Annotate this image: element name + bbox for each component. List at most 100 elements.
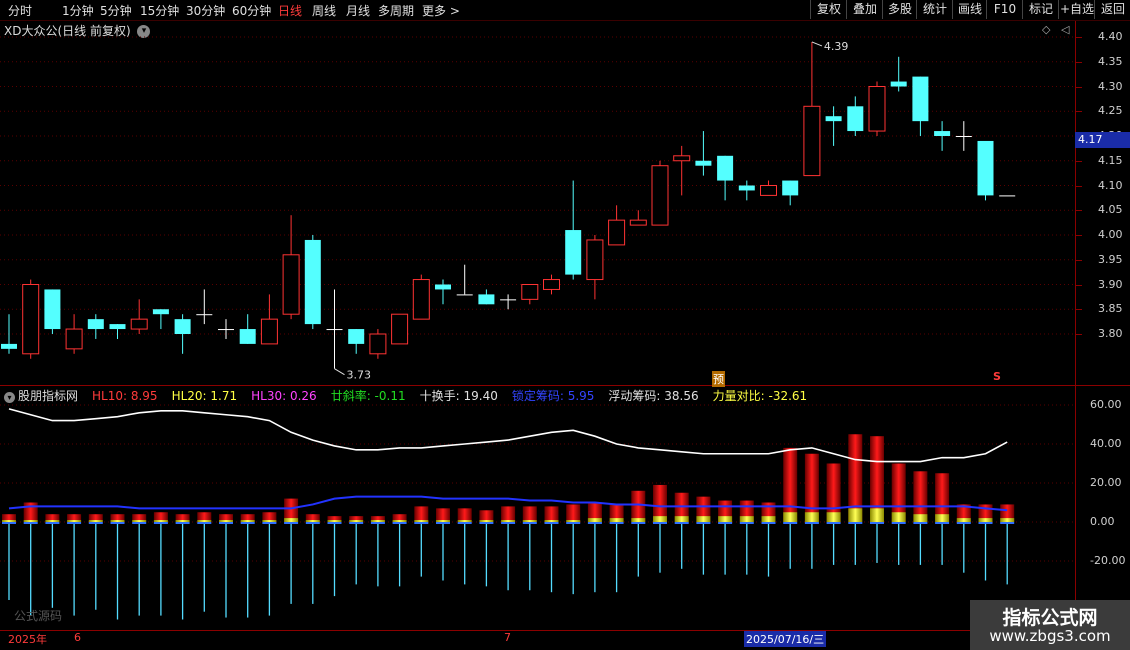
candle <box>825 106 842 146</box>
toolbar-button-4[interactable]: 画线 <box>952 0 987 19</box>
indicator-panel[interactable] <box>0 386 1075 630</box>
period-tab-7[interactable]: 周线 <box>312 2 336 19</box>
period-tab-5[interactable]: 60分钟 <box>232 2 271 19</box>
indicator-tick-label: 20.00 <box>1090 476 1122 489</box>
hl10-bar <box>436 508 450 522</box>
hl20-bar <box>240 520 255 522</box>
candle <box>260 294 278 345</box>
hl20-bar <box>696 516 711 522</box>
collapse-icon[interactable]: ◁ <box>1061 23 1069 36</box>
candle <box>391 313 409 345</box>
hl20-bar <box>392 520 407 522</box>
candle <box>934 121 951 151</box>
candle <box>478 289 495 305</box>
period-tab-3[interactable]: 15分钟 <box>140 2 179 19</box>
candle-body <box>260 318 278 345</box>
candle <box>629 210 647 226</box>
current-price-tag: 4.17 <box>1075 132 1130 148</box>
candle-body <box>847 106 864 132</box>
candle-body <box>22 284 40 355</box>
candle <box>760 180 777 196</box>
hl20-bar <box>479 520 494 522</box>
indicator-values: HL10: 8.95 HL20: 1.71 HL30: 0.26 廿斜率: -0.11… <box>84 389 813 403</box>
toolbar-button-6[interactable]: 标记 <box>1022 0 1059 19</box>
candle <box>130 299 148 334</box>
toolbar-button-7[interactable]: +自选 <box>1058 0 1095 19</box>
toolbar-button-3[interactable]: 统计 <box>916 0 953 19</box>
price-panel[interactable]: 4.39 3.73 <box>0 21 1075 385</box>
base-bar <box>349 522 364 524</box>
candle-body <box>109 324 126 330</box>
candle-body <box>152 309 169 315</box>
base-bar <box>479 522 494 524</box>
chevron-down-icon[interactable]: ▾ <box>4 392 15 403</box>
base-bar <box>370 522 385 524</box>
candle-body <box>87 319 104 330</box>
period-tab-1[interactable]: 1分钟 <box>62 2 94 19</box>
candle <box>282 215 300 320</box>
base-bar <box>653 522 667 524</box>
candle <box>435 279 451 305</box>
base-bar <box>761 522 776 524</box>
candle <box>109 324 126 339</box>
candle-body <box>999 195 1016 197</box>
base-bar <box>956 522 971 524</box>
candle-body <box>218 329 234 331</box>
indicator-value-0: HL10: 8.95 <box>92 389 158 403</box>
candle <box>608 205 626 246</box>
period-tab-0[interactable]: 分时 <box>8 2 32 19</box>
period-tab-10[interactable]: 更多 > <box>422 2 460 19</box>
candle-body <box>456 294 473 296</box>
logo-title: 指标公式网 <box>1002 607 1098 629</box>
indicator-value-4: 十换手: 19.40 <box>419 389 498 403</box>
toolbar-button-5[interactable]: F10 <box>986 0 1023 19</box>
base-bar <box>718 522 733 524</box>
period-tab-2[interactable]: 5分钟 <box>100 2 132 19</box>
candle-body <box>521 284 539 300</box>
hl10-bar <box>544 506 559 522</box>
candle-body <box>586 239 604 281</box>
price-tick <box>1076 185 1082 187</box>
diamond-icon[interactable]: ◇ <box>1042 23 1050 36</box>
hl20-bar <box>457 520 472 522</box>
candle-body <box>803 105 821 177</box>
price-tick-label: 3.80 <box>1098 327 1123 340</box>
candle <box>412 274 430 320</box>
candle-body <box>673 155 691 162</box>
period-tab-8[interactable]: 月线 <box>346 2 370 19</box>
hl20-bar <box>197 520 212 522</box>
candle <box>565 180 582 280</box>
period-tab-4[interactable]: 30分钟 <box>186 2 225 19</box>
toolbar-button-8[interactable]: 返回 <box>1094 0 1130 19</box>
toolbar-button-0[interactable]: 复权 <box>810 0 847 19</box>
candle <box>44 289 61 334</box>
base-bar <box>436 522 450 524</box>
candle-body <box>934 131 951 136</box>
hl20-bar <box>848 508 863 522</box>
price-tick-label: 4.10 <box>1098 178 1123 192</box>
candle <box>868 81 886 136</box>
toolbar-button-2[interactable]: 多股 <box>882 0 917 19</box>
hl20-bar <box>436 520 450 522</box>
period-tab-6[interactable]: 日线 <box>278 2 302 19</box>
hl20-bar <box>305 520 320 522</box>
candle <box>586 235 604 300</box>
base-bar <box>913 522 928 524</box>
base-bar <box>522 522 537 524</box>
base-bar <box>240 522 255 524</box>
indicator-axis-divider <box>1075 386 1076 630</box>
hl20-bar <box>804 512 819 522</box>
candle <box>695 131 712 176</box>
toolbar-button-1[interactable]: 叠加 <box>846 0 883 19</box>
price-tick-label: 4.35 <box>1098 54 1123 68</box>
base-bar <box>566 522 581 524</box>
base-bar <box>826 522 841 524</box>
hl20-bar <box>544 520 559 522</box>
candle-body <box>1 343 17 349</box>
hl20-bar <box>88 520 103 522</box>
indicator-value-6: 浮动筹码: 38.56 <box>608 389 699 403</box>
hl20-bar <box>609 518 624 522</box>
candle-body <box>196 314 213 316</box>
hl20-bar <box>522 520 537 522</box>
period-tab-9[interactable]: 多周期 <box>378 2 414 19</box>
